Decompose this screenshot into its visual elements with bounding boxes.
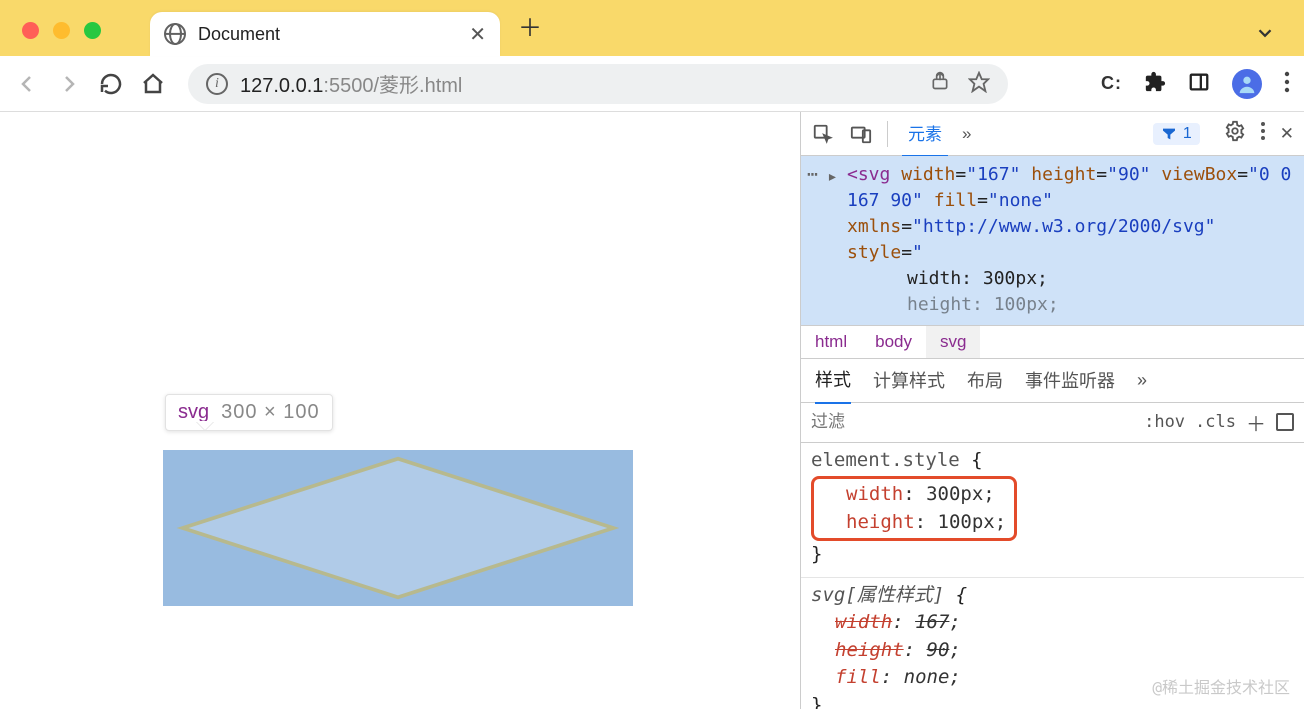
menu-button[interactable] (1284, 71, 1290, 96)
tab-elements[interactable]: 元素 (902, 112, 948, 157)
watermark: @稀土掘金技术社区 (1152, 676, 1290, 699)
bookmark-icon[interactable] (968, 71, 990, 96)
styles-pane: element.style { width: 300px; height: 10… (801, 443, 1304, 709)
close-devtools-button[interactable]: ✕ (1280, 124, 1294, 144)
site-info-icon[interactable]: i (206, 73, 228, 95)
panel-icon[interactable] (1188, 71, 1210, 96)
crumb-body[interactable]: body (861, 326, 926, 358)
back-button[interactable] (14, 71, 40, 97)
issues-badge[interactable]: 1 (1153, 123, 1200, 145)
forward-button[interactable] (56, 71, 82, 97)
close-tab-button[interactable]: ✕ (469, 22, 486, 47)
tooltip-dimensions: 300 × 100 (221, 401, 320, 424)
home-button[interactable] (140, 71, 166, 97)
element-tooltip: svg 300 × 100 (165, 394, 333, 431)
extensions-icon[interactable] (1144, 71, 1166, 96)
dom-tree[interactable]: ⋯ ▸ <svg width="167" height="90" viewBox… (801, 156, 1304, 325)
crumb-svg[interactable]: svg (926, 326, 980, 358)
subtabs-overflow[interactable]: » (1137, 360, 1147, 401)
crumb-html[interactable]: html (801, 326, 861, 358)
styles-filter-bar: :hov .cls ＋ (801, 403, 1304, 443)
reload-button[interactable] (98, 71, 124, 97)
tab-strip: Document ✕ ＋ (0, 0, 1304, 56)
globe-icon (164, 23, 186, 45)
tooltip-tag: svg (178, 401, 209, 424)
subtab-listeners[interactable]: 事件监听器 (1025, 357, 1115, 403)
tabs-dropdown-button[interactable] (1254, 22, 1276, 47)
close-window-button[interactable] (22, 22, 39, 39)
devtools-tabbar: 元素 » 1 ✕ (801, 112, 1304, 156)
toolbar: i 127.0.0.1:5500/菱形.html C: (0, 56, 1304, 112)
rule-element-style[interactable]: element.style { width: 300px; height: 10… (801, 443, 1304, 578)
page-viewport: svg 300 × 100 (0, 112, 800, 709)
window-controls (22, 22, 101, 39)
styles-filter-input[interactable] (811, 412, 1134, 432)
extension-icons: C: (1101, 69, 1290, 99)
devtools-panel: 元素 » 1 ✕ ⋯ ▸ <svg width="167" hei (800, 112, 1304, 709)
maximize-window-button[interactable] (84, 22, 101, 39)
inspect-element-icon[interactable] (811, 122, 835, 146)
tab-title: Document (198, 24, 457, 45)
address-bar[interactable]: i 127.0.0.1:5500/菱形.html (188, 64, 1008, 104)
profile-avatar[interactable] (1232, 69, 1262, 99)
extension-c-icon[interactable]: C: (1101, 73, 1122, 94)
url-text: 127.0.0.1:5500/菱形.html (240, 69, 462, 98)
browser-tab[interactable]: Document ✕ (150, 12, 500, 56)
device-toolbar-icon[interactable] (849, 122, 873, 146)
computed-sidebar-icon[interactable] (1276, 413, 1294, 431)
minimize-window-button[interactable] (53, 22, 70, 39)
settings-icon[interactable] (1224, 120, 1246, 147)
subtab-computed[interactable]: 计算样式 (873, 357, 945, 403)
new-style-rule-button[interactable]: ＋ (1246, 408, 1266, 437)
hov-toggle[interactable]: :hov (1144, 412, 1185, 432)
cls-toggle[interactable]: .cls (1195, 412, 1236, 432)
styles-subtabs: 样式 计算样式 布局 事件监听器 » (801, 359, 1304, 403)
more-icon[interactable] (1260, 121, 1266, 146)
dom-breadcrumbs: html body svg (801, 325, 1304, 359)
inspected-svg-element[interactable] (163, 450, 633, 606)
subtab-styles[interactable]: 样式 (815, 356, 851, 404)
tabs-overflow-button[interactable]: » (962, 124, 971, 144)
new-tab-button[interactable]: ＋ (518, 8, 542, 43)
share-icon[interactable] (930, 71, 950, 96)
subtab-layout[interactable]: 布局 (967, 357, 1003, 403)
